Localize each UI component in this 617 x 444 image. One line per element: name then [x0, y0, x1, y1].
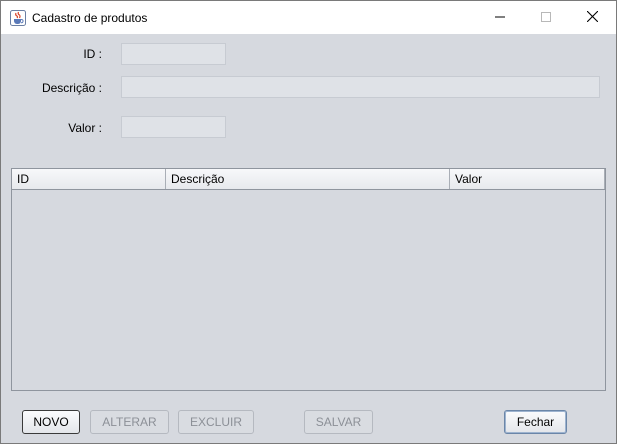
id-field[interactable]	[121, 43, 226, 65]
valor-label: Valor :	[68, 121, 102, 135]
java-cup-icon	[10, 10, 26, 26]
maximize-icon	[541, 11, 551, 25]
close-button[interactable]	[569, 1, 615, 34]
column-header-id[interactable]: ID	[12, 169, 166, 189]
close-icon	[586, 10, 598, 25]
fechar-button[interactable]: Fechar	[504, 410, 567, 434]
table-header: ID Descrição Valor	[12, 169, 605, 190]
products-table[interactable]: ID Descrição Valor	[11, 168, 606, 391]
minimize-icon	[495, 11, 505, 25]
maximize-button[interactable]	[523, 1, 569, 34]
novo-button[interactable]: NOVO	[22, 410, 80, 434]
descricao-label: Descrição :	[41, 81, 102, 95]
title-bar: Cadastro de produtos	[1, 1, 616, 34]
main-window: Cadastro de produtos ID : Descrição : Va…	[0, 0, 617, 444]
column-header-valor[interactable]: Valor	[450, 169, 605, 189]
alterar-button[interactable]: ALTERAR	[90, 410, 169, 434]
valor-field[interactable]	[121, 116, 226, 138]
id-label: ID :	[83, 47, 102, 61]
window-title: Cadastro de produtos	[32, 11, 148, 25]
excluir-button[interactable]: EXCLUIR	[178, 410, 254, 434]
descricao-field[interactable]	[121, 76, 600, 98]
column-header-descricao[interactable]: Descrição	[166, 169, 450, 189]
minimize-button[interactable]	[477, 1, 523, 34]
salvar-button[interactable]: SALVAR	[304, 410, 373, 434]
